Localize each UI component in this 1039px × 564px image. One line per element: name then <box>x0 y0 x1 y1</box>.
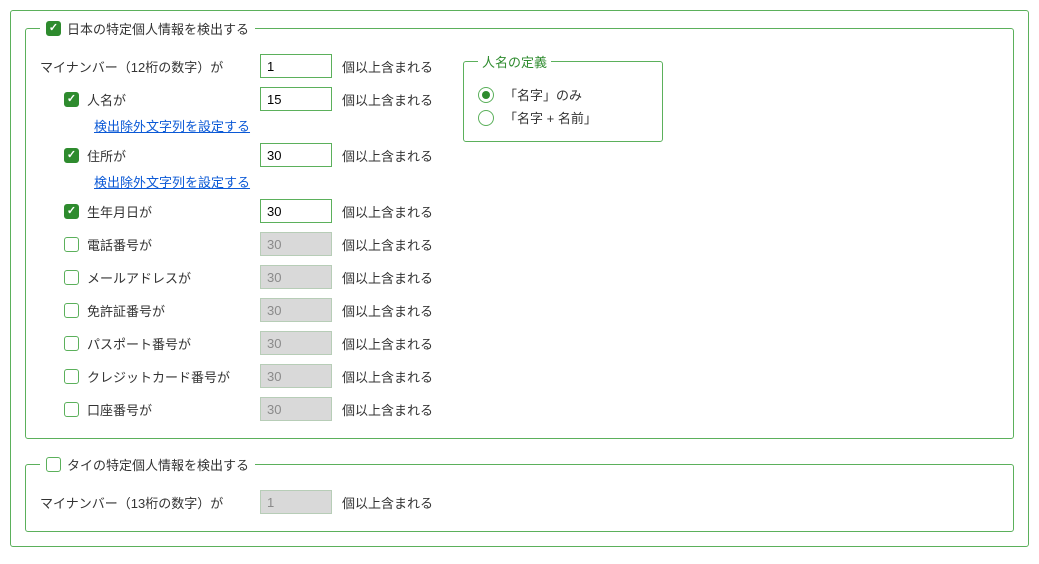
item-label: 免許証番号が <box>87 301 165 320</box>
thai-legend: タイの特定個人情報を検出する <box>40 455 255 474</box>
item-suffix: 個以上含まれる <box>342 400 433 419</box>
item-suffix: 個以上含まれる <box>342 146 433 165</box>
item-suffix: 個以上含まれる <box>342 367 433 386</box>
item-checkbox[interactable] <box>64 270 79 285</box>
exclude-link[interactable]: 検出除外文字列を設定する <box>94 119 250 134</box>
item-suffix: 個以上含まれる <box>342 202 433 221</box>
item-input[interactable] <box>260 87 332 111</box>
japan-group: 日本の特定個人情報を検出する マイナンバー（12桁の数字）が 個以上含まれる 人… <box>25 19 1014 439</box>
item-checkbox[interactable] <box>64 336 79 351</box>
item-label: パスポート番号が <box>87 334 191 353</box>
item-label: 住所が <box>87 146 126 165</box>
thai-mynumber-row: マイナンバー（13桁の数字）が 個以上含まれる <box>40 488 999 516</box>
thai-mynumber-suffix: 個以上含まれる <box>342 493 433 512</box>
item-suffix: 個以上含まれる <box>342 268 433 287</box>
item-input[interactable] <box>260 331 332 355</box>
thai-group: タイの特定個人情報を検出する マイナンバー（13桁の数字）が 個以上含まれる <box>25 455 1014 532</box>
item-label: メールアドレスが <box>87 268 191 287</box>
thai-title: タイの特定個人情報を検出する <box>67 455 249 474</box>
thai-checkbox[interactable] <box>46 457 61 472</box>
name-definition-title: 人名の定義 <box>478 52 551 71</box>
item-checkbox[interactable] <box>64 237 79 252</box>
name-def-label: 「名字」のみ <box>504 85 582 104</box>
item-label: 生年月日が <box>87 202 152 221</box>
item-checkbox[interactable] <box>64 204 79 219</box>
item-checkbox[interactable] <box>64 148 79 163</box>
item-checkbox[interactable] <box>64 369 79 384</box>
item-input[interactable] <box>260 143 332 167</box>
japan-item-row: メールアドレスが 個以上含まれる <box>40 263 433 291</box>
name-def-label: 「名字 + 名前」 <box>504 108 597 127</box>
japan-mynumber-suffix: 個以上含まれる <box>342 57 433 76</box>
item-input[interactable] <box>260 397 332 421</box>
name-def-option[interactable]: 「名字」のみ <box>478 85 644 104</box>
radio-icon <box>478 87 494 103</box>
item-label: 電話番号が <box>87 235 152 254</box>
item-suffix: 個以上含まれる <box>342 334 433 353</box>
thai-mynumber-input[interactable] <box>260 490 332 514</box>
settings-panel: 日本の特定個人情報を検出する マイナンバー（12桁の数字）が 個以上含まれる 人… <box>10 10 1029 547</box>
japan-mynumber-row: マイナンバー（12桁の数字）が 個以上含まれる <box>40 52 433 80</box>
radio-icon <box>478 110 494 126</box>
name-definition-group: 人名の定義 「名字」のみ「名字 + 名前」 <box>463 52 663 142</box>
item-input[interactable] <box>260 364 332 388</box>
item-suffix: 個以上含まれる <box>342 235 433 254</box>
name-def-option[interactable]: 「名字 + 名前」 <box>478 108 644 127</box>
japan-item-row: 人名が 個以上含まれる <box>40 85 433 113</box>
japan-item-row: クレジットカード番号が 個以上含まれる <box>40 362 433 390</box>
item-label: クレジットカード番号が <box>87 367 230 386</box>
japan-left-column: マイナンバー（12桁の数字）が 個以上含まれる 人名が個以上含まれる検出除外文字… <box>40 52 433 428</box>
item-checkbox[interactable] <box>64 402 79 417</box>
item-checkbox[interactable] <box>64 303 79 318</box>
item-suffix: 個以上含まれる <box>342 301 433 320</box>
japan-title: 日本の特定個人情報を検出する <box>67 19 249 38</box>
japan-item-row: 生年月日が 個以上含まれる <box>40 197 433 225</box>
japan-item-row: 電話番号が 個以上含まれる <box>40 230 433 258</box>
japan-mynumber-input[interactable] <box>260 54 332 78</box>
item-input[interactable] <box>260 199 332 223</box>
item-label: 口座番号が <box>87 400 152 419</box>
thai-mynumber-label: マイナンバー（13桁の数字）が <box>40 493 223 512</box>
item-input[interactable] <box>260 232 332 256</box>
japan-legend: 日本の特定個人情報を検出する <box>40 19 255 38</box>
item-suffix: 個以上含まれる <box>342 90 433 109</box>
item-input[interactable] <box>260 265 332 289</box>
japan-item-row: パスポート番号が 個以上含まれる <box>40 329 433 357</box>
item-label: 人名が <box>87 90 126 109</box>
exclude-link[interactable]: 検出除外文字列を設定する <box>94 175 250 190</box>
item-input[interactable] <box>260 298 332 322</box>
japan-item-row: 免許証番号が 個以上含まれる <box>40 296 433 324</box>
japan-item-row: 口座番号が 個以上含まれる <box>40 395 433 423</box>
japan-checkbox[interactable] <box>46 21 61 36</box>
japan-mynumber-label: マイナンバー（12桁の数字）が <box>40 57 223 76</box>
item-checkbox[interactable] <box>64 92 79 107</box>
japan-item-row: 住所が 個以上含まれる <box>40 141 433 169</box>
